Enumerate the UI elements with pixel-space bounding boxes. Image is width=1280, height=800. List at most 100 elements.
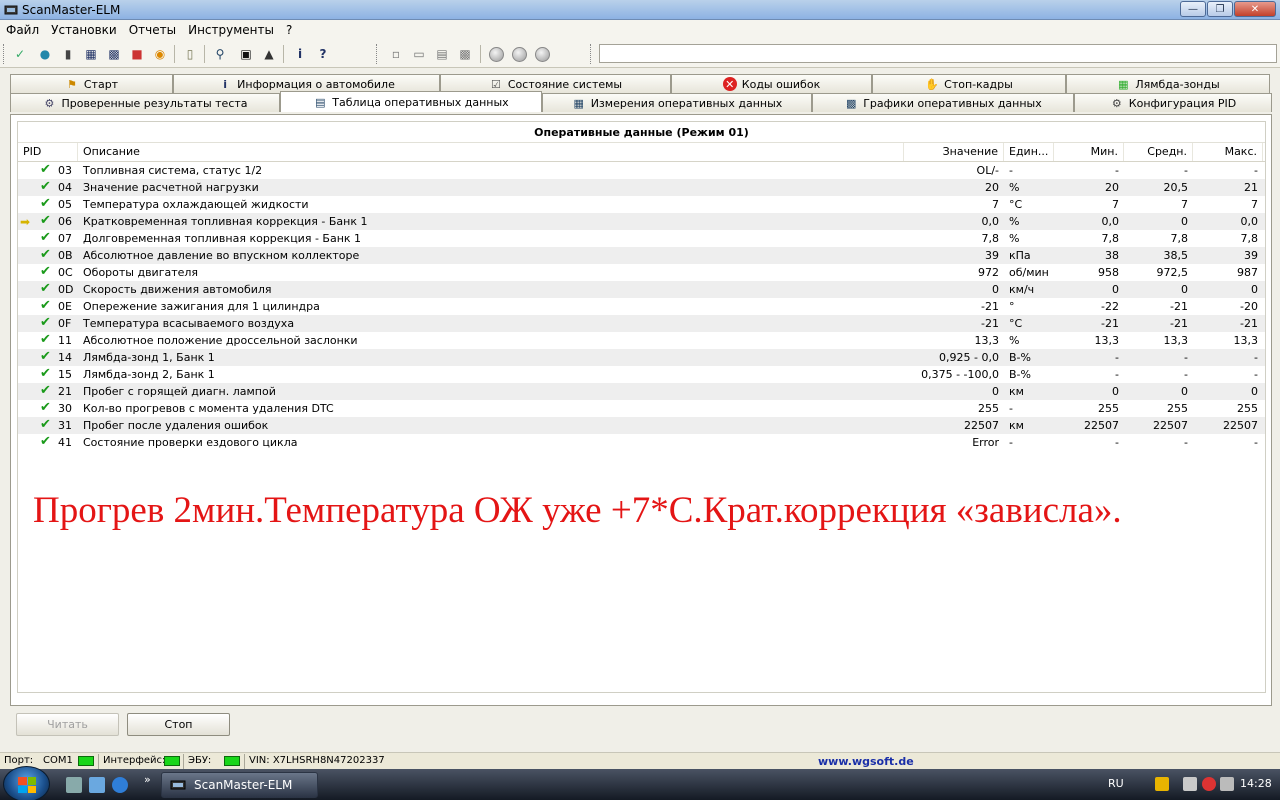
tray-app-icon[interactable] [1155, 777, 1169, 791]
start-button[interactable] [3, 766, 50, 800]
checkmark-icon[interactable]: ✔ [40, 383, 51, 399]
stop-icon[interactable] [532, 44, 552, 64]
table-row[interactable]: ✔ 05 Температура охлаждающей жидкости 7 °C 7 7… [18, 196, 1265, 213]
minimize-button[interactable]: — [1180, 1, 1206, 17]
table-row[interactable]: ➡ ✔ 06 Кратковременная топливная коррекция … [18, 213, 1265, 230]
terminal-icon[interactable]: ▣ [236, 44, 256, 64]
col-value[interactable]: Значение [904, 143, 1004, 161]
tab-live-measurements[interactable]: ▦ Измерения оперативных данных [542, 93, 812, 112]
table-row[interactable]: ✔ 30 Кол-во прогревов с момента удаления D… [18, 400, 1265, 417]
col-pid[interactable]: PID [18, 143, 78, 161]
checkmark-icon[interactable]: ✔ [40, 298, 51, 314]
wizard-icon[interactable]: ✓ [10, 44, 30, 64]
checkmark-icon[interactable]: ✔ [40, 434, 51, 450]
tab-error-codes[interactable]: ✕ Коды ошибок [671, 74, 872, 93]
col-unit[interactable]: Един... [1004, 143, 1054, 161]
grid-icon[interactable]: ▦ [81, 44, 101, 64]
col-min[interactable]: Мин. [1054, 143, 1124, 161]
checkmark-icon[interactable]: ✔ [40, 281, 51, 297]
table-row[interactable]: ✔ 0B Абсолютное давление во впускном колле… [18, 247, 1265, 264]
checkmark-icon[interactable]: ✔ [40, 366, 51, 382]
table-row[interactable]: ✔ 07 Долговременная топливная коррекция - … [18, 230, 1265, 247]
checkmark-icon[interactable]: ✔ [40, 247, 51, 263]
save-icon[interactable]: ▤ [432, 44, 452, 64]
tab-live-charts[interactable]: ▩ Графики оперативных данных [812, 93, 1074, 112]
chart-icon[interactable]: ▩ [104, 44, 124, 64]
table-row[interactable]: ✔ 0C Обороты двигателя 972 об/мин 958 972,5 987 [18, 264, 1265, 281]
cell-min: 0 [1112, 283, 1119, 296]
menu-file[interactable]: Файл [6, 23, 39, 37]
table-row[interactable]: ✔ 0F Температура всасываемого воздуха -21 °C… [18, 315, 1265, 332]
table-row[interactable]: ✔ 03 Топливная система, статус 1/2 OL/- - - - - [18, 162, 1265, 179]
pid-icon[interactable]: ■ [127, 44, 147, 64]
table-row[interactable]: ✔ 14 Лямбда-зонд 1, Банк 1 0,925 - 0,0 В-% - -… [18, 349, 1265, 366]
info-icon[interactable]: i [290, 44, 310, 64]
dtc-icon[interactable]: ▲ [259, 44, 279, 64]
tray-network-icon[interactable] [1183, 777, 1197, 791]
device-icon[interactable]: ▮ [58, 44, 78, 64]
checkmark-icon[interactable]: ✔ [40, 264, 51, 280]
table-row[interactable]: ✔ 15 Лямбда-зонд 2, Банк 1 0,375 - -100,0 В-… [18, 366, 1265, 383]
quicklaunch-chevron-icon[interactable]: » [144, 773, 151, 786]
toolbar-grip-3[interactable] [590, 44, 593, 64]
traffic-icon[interactable]: ◉ [150, 44, 170, 64]
help-icon[interactable]: ? [313, 44, 333, 64]
table-row[interactable]: ✔ 0E Опережение зажигания для 1 цилиндра -2… [18, 298, 1265, 315]
website-link[interactable]: www.wgsoft.de [818, 755, 914, 768]
menu-tools[interactable]: Инструменты [188, 23, 274, 37]
tab-freeze-frames[interactable]: ✋ Стоп-кадры [872, 74, 1066, 93]
close-button[interactable]: ✕ [1234, 1, 1276, 17]
open-icon[interactable]: ▭ [409, 44, 429, 64]
menu-help[interactable]: ? [286, 23, 292, 37]
checkmark-icon[interactable]: ✔ [40, 162, 51, 178]
toolbar-grip[interactable] [3, 44, 6, 64]
volume-icon[interactable] [1220, 777, 1234, 791]
language-indicator[interactable]: RU [1108, 777, 1124, 790]
table-row[interactable]: ✔ 04 Значение расчетной нагрузки 20% 20 20,5 2… [18, 179, 1265, 196]
new-icon[interactable]: ▫ [386, 44, 406, 64]
tray-error-icon[interactable] [1202, 777, 1216, 791]
table-row[interactable]: ✔ 11 Абсолютное положение дроссельной засл… [18, 332, 1265, 349]
tab-lambda[interactable]: ▦ Лямбда-зонды [1066, 74, 1270, 93]
clock[interactable]: 14:28 [1240, 777, 1272, 790]
checkmark-icon[interactable]: ✔ [40, 213, 51, 229]
table-row[interactable]: ✔ 31 Пробег после удаления ошибок 22507 км 22… [18, 417, 1265, 434]
read-button[interactable]: Читать [16, 713, 119, 736]
checkmark-icon[interactable]: ✔ [40, 349, 51, 365]
tab-pid-config[interactable]: ⚙ Конфигурация PID [1074, 93, 1272, 112]
col-max[interactable]: Макс. [1193, 143, 1263, 161]
checkmark-icon[interactable]: ✔ [40, 230, 51, 246]
stop-button[interactable]: Стоп [127, 713, 230, 736]
maximize-button[interactable]: ❐ [1207, 1, 1233, 17]
cell-max: 7,8 [1240, 232, 1259, 245]
cell-unit: - [1009, 164, 1013, 177]
table-row[interactable]: ✔ 41 Состояние проверки ездового цикла Erro… [18, 434, 1265, 451]
tab-live-data-table[interactable]: ▤ Таблица оперативных данных [280, 91, 542, 112]
table-row[interactable]: ✔ 0D Скорость движения автомобиля 0 км/ч 0 0 0 [18, 281, 1265, 298]
table-row[interactable]: ✔ 21 Пробег с горящей диагн. лампой 0 км 0 0 0 [18, 383, 1265, 400]
toolbar-grip-2[interactable] [376, 44, 379, 64]
internet-explorer-icon[interactable] [112, 777, 128, 793]
checkmark-icon[interactable]: ✔ [40, 417, 51, 433]
print-icon[interactable]: ▩ [455, 44, 475, 64]
play-icon[interactable] [486, 44, 506, 64]
clipboard-icon[interactable]: ▯ [180, 44, 200, 64]
checkmark-icon[interactable]: ✔ [40, 332, 51, 348]
checkmark-icon[interactable]: ✔ [40, 196, 51, 212]
info-icon: i [223, 77, 228, 91]
checkmark-icon[interactable]: ✔ [40, 179, 51, 195]
globe-icon[interactable]: ● [35, 44, 55, 64]
pause-icon[interactable] [509, 44, 529, 64]
checkmark-icon[interactable]: ✔ [40, 400, 51, 416]
taskbar-window-button[interactable]: ScanMaster-ELM [161, 772, 318, 798]
col-desc[interactable]: Описание [78, 143, 904, 161]
show-desktop-icon[interactable] [66, 777, 82, 793]
checkmark-icon[interactable]: ✔ [40, 315, 51, 331]
tab-test-results[interactable]: ⚙ Проверенные результаты теста [10, 93, 280, 112]
switch-windows-icon[interactable] [89, 777, 105, 793]
menu-settings[interactable]: Установки [51, 23, 117, 37]
tab-start[interactable]: ⚑ Старт [10, 74, 173, 93]
col-avg[interactable]: Средн. [1124, 143, 1193, 161]
menu-reports[interactable]: Отчеты [129, 23, 176, 37]
search-icon[interactable]: ⚲ [210, 44, 230, 64]
